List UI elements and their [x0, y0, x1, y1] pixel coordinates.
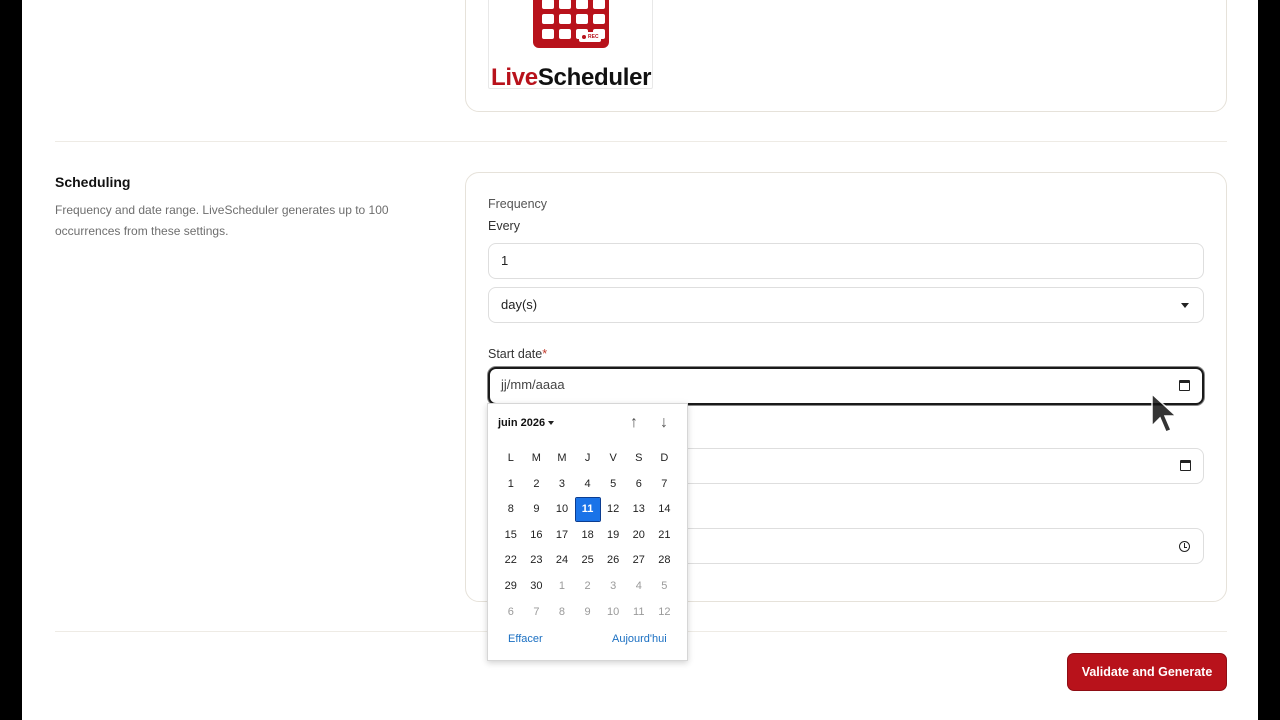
calendar-day[interactable]: 2	[524, 472, 550, 498]
calendar-day[interactable]: 10	[549, 497, 575, 523]
calendar-day[interactable]: 14	[652, 497, 678, 523]
calendar-day[interactable]: 26	[600, 548, 626, 574]
calendar-day[interactable]: 8	[498, 497, 524, 523]
calendar-day[interactable]: 8	[549, 600, 575, 626]
weekday-header: D	[660, 452, 669, 464]
chevron-down-icon	[1181, 303, 1189, 308]
logo-text-live: Live	[491, 64, 538, 89]
calendar-day[interactable]: 5	[652, 574, 678, 600]
calendar-day[interactable]: 24	[549, 548, 575, 574]
calendar-day[interactable]: 4	[626, 574, 652, 600]
calendar-day[interactable]: 9	[575, 600, 601, 626]
calendar-day[interactable]: 20	[626, 523, 652, 549]
calendar-day[interactable]: 12	[600, 497, 626, 523]
date-picker-popup: juin 2026 ↑ ↓ L M M J V S D 1 2 3 4 5 6 7 8 9 10 11 12 13 14…	[487, 403, 688, 661]
every-value: 1	[501, 253, 509, 268]
calendar-icon[interactable]	[1180, 460, 1191, 471]
calendar-day[interactable]: 4	[575, 472, 601, 498]
clock-icon[interactable]	[1179, 541, 1190, 552]
calendar-day[interactable]: 19	[600, 523, 626, 549]
frequency-label: Frequency	[488, 197, 548, 211]
month-year-dropdown[interactable]: juin 2026	[498, 417, 555, 429]
calendar-day[interactable]: 13	[626, 497, 652, 523]
calendar-day[interactable]: 11	[626, 600, 652, 626]
section-description: Frequency and date range. LiveScheduler …	[55, 203, 389, 238]
arrow-up-icon[interactable]: ↑	[626, 415, 642, 431]
calendar-day[interactable]: 21	[652, 523, 678, 549]
caret-down-icon	[548, 421, 555, 426]
calendar-day[interactable]: 10	[600, 600, 626, 626]
calendar-day[interactable]: 3	[600, 574, 626, 600]
weekday-header: S	[635, 452, 643, 464]
weekday-header: M	[531, 452, 541, 464]
every-input[interactable]: 1	[488, 243, 1204, 279]
calendar-day[interactable]: 6	[626, 472, 652, 498]
calendar-day[interactable]: 16	[524, 523, 550, 549]
calendar-logo-icon: REC	[533, 0, 609, 48]
calendar-day[interactable]: 3	[549, 472, 575, 498]
logo: REC LiveScheduler	[488, 0, 653, 89]
start-date-label: Start date*	[488, 347, 547, 361]
calendar-day[interactable]: 7	[652, 472, 678, 498]
calendar-day[interactable]: 22	[498, 548, 524, 574]
calendar-day[interactable]: 27	[626, 548, 652, 574]
calendar-day[interactable]: 1	[549, 574, 575, 600]
calendar-day[interactable]: 30	[524, 574, 550, 600]
calendar-day[interactable]: 12	[652, 600, 678, 626]
mouse-cursor-icon	[1151, 392, 1178, 433]
calendar-day[interactable]: 9	[524, 497, 550, 523]
calendar-day[interactable]: 28	[652, 548, 678, 574]
unit-select[interactable]: day(s)	[488, 287, 1204, 323]
calendar-day[interactable]: 1	[498, 472, 524, 498]
required-mark: *	[542, 347, 548, 361]
calendar-grid: L M M J V S D 1 2 3 4 5 6 7 8 9 10 11 12 13 14 15 16 17 18 19 20 21…	[498, 446, 677, 625]
calendar-day-selected[interactable]: 11	[574, 497, 601, 523]
rec-badge: REC	[579, 32, 601, 42]
logo-card: REC LiveScheduler	[465, 0, 1227, 112]
calendar-day[interactable]: 18	[575, 523, 601, 549]
calendar-day[interactable]: 5	[600, 472, 626, 498]
calendar-day[interactable]: 23	[524, 548, 550, 574]
calendar-day[interactable]: 6	[498, 600, 524, 626]
month-label: juin 2026	[498, 417, 546, 429]
section-divider	[55, 141, 1227, 142]
weekday-header: M	[557, 452, 567, 464]
weekday-header: L	[507, 452, 514, 464]
start-date-input[interactable]: jj/mm/aaaa	[488, 367, 1204, 405]
calendar-day[interactable]: 15	[498, 523, 524, 549]
page: REC LiveScheduler Scheduling Frequency a…	[22, 0, 1258, 720]
arrow-down-icon[interactable]: ↓	[656, 415, 672, 431]
weekday-header: V	[609, 452, 617, 464]
validate-generate-button[interactable]: Validate and Generate	[1068, 654, 1226, 690]
logo-text: LiveScheduler	[491, 64, 652, 89]
start-date-placeholder: jj/mm/aaaa	[501, 377, 565, 392]
calendar-day[interactable]: 2	[575, 574, 601, 600]
calendar-icon[interactable]	[1179, 380, 1190, 391]
section-title: Scheduling	[55, 174, 131, 190]
logo-text-scheduler: Scheduler	[537, 64, 652, 89]
start-date-label-text: Start date	[488, 347, 543, 361]
weekday-header: J	[584, 452, 591, 464]
calendar-day[interactable]: 25	[575, 548, 601, 574]
unit-value: day(s)	[501, 297, 538, 312]
calendar-day[interactable]: 17	[549, 523, 575, 549]
every-label: Every	[488, 219, 520, 233]
calendar-day[interactable]: 7	[524, 600, 550, 626]
clear-button[interactable]: Effacer	[508, 633, 543, 645]
today-button[interactable]: Aujourd'hui	[612, 633, 667, 645]
calendar-day[interactable]: 29	[498, 574, 524, 600]
